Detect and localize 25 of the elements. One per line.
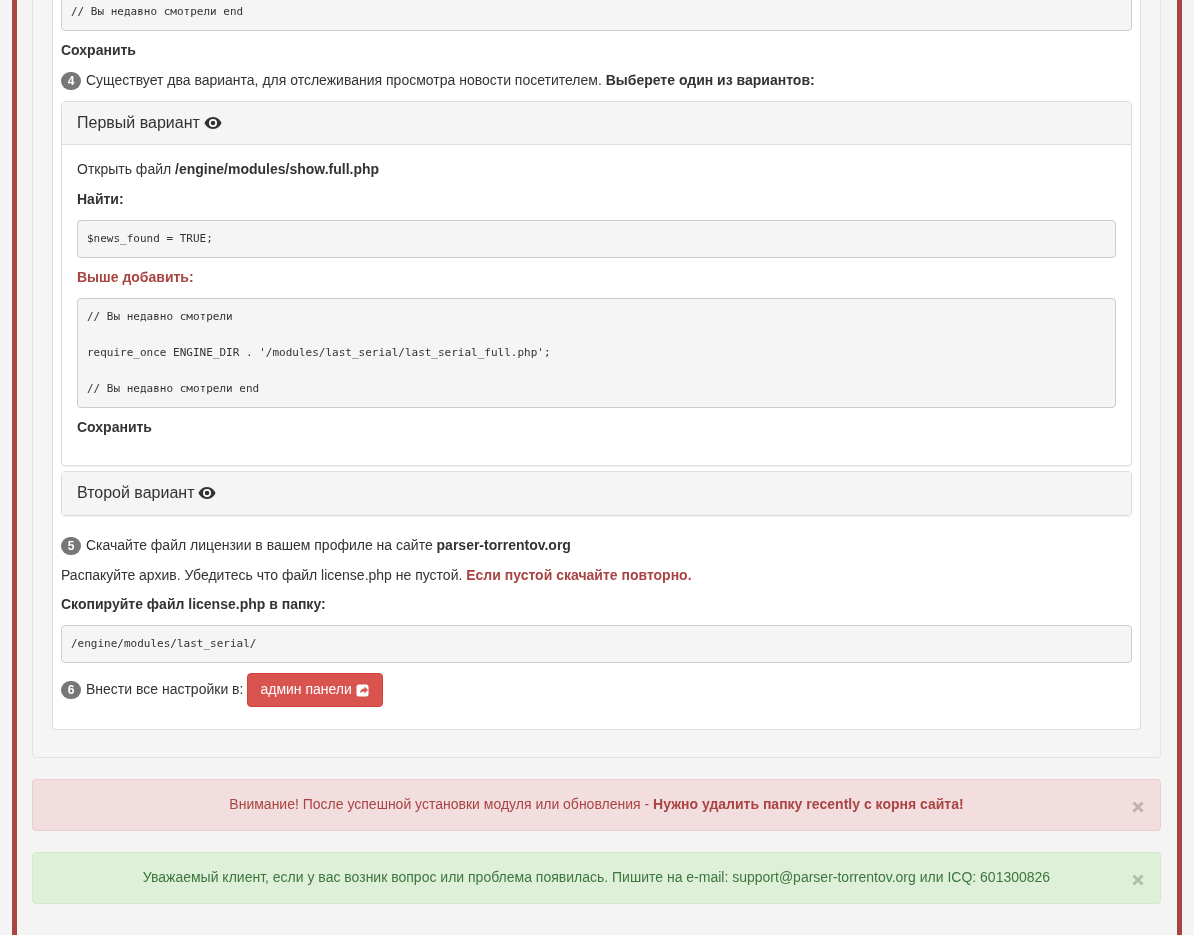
code-block: /engine/modules/last_serial/ bbox=[61, 625, 1132, 664]
external-link-icon bbox=[355, 683, 370, 697]
code-block: // Вы недавно смотрели end bbox=[61, 0, 1132, 31]
instruction-text: Открыть файл /engine/modules/show.full.php bbox=[77, 160, 381, 180]
step-text: Существует два варианта, для отслеживания просмотра новости посетителем. Выберете один из вариантов: bbox=[86, 70, 815, 90]
eye-icon bbox=[198, 486, 217, 501]
instruction-text: Распакуйте архив. Убедитесь что файл license.php не пустой. Если пустой скачайте повторно. bbox=[61, 565, 693, 585]
accordion-header[interactable]: Второй вариант bbox=[62, 471, 1131, 515]
step-number-badge: 4 bbox=[61, 71, 81, 90]
alert-message: Уважаемый клиент, если у вас возник вопрос или проблема появилась. Пишите на e-mail: support@parser-torrentov.org или ICQ: 601300826 bbox=[142, 869, 1051, 886]
instruction-heading: Сохранить bbox=[61, 41, 137, 60]
code-block: $news_found = TRUE; bbox=[77, 220, 1116, 259]
step-number-badge: 5 bbox=[61, 536, 81, 555]
step-text: Скачайте файл лицензии в вашем профиле на сайте parser-torrentov.org bbox=[86, 535, 571, 555]
warning-heading: Выше добавить: bbox=[77, 268, 195, 288]
alert-message: Внимание! После успешной установки модуля или обновления - Нужно удалить папку recently с корня сайта! bbox=[229, 796, 964, 813]
eye-icon bbox=[203, 116, 222, 131]
instruction-heading: Найти: bbox=[77, 190, 125, 210]
instruction-heading: Скопируйте файл license.php в папку: bbox=[61, 595, 327, 615]
instruction-heading: Сохранить bbox=[77, 418, 153, 438]
admin-panel-button[interactable]: админ панели bbox=[247, 673, 383, 708]
accordion-header[interactable]: Первый вариант bbox=[62, 101, 1131, 146]
code-block: // Вы недавно смотрели require_once ENGINE_DIR . '/modules/last_serial/last_serial_full.php'; // Вы недавно смотрели end bbox=[77, 298, 1116, 409]
step-number-badge: 6 bbox=[61, 681, 81, 700]
step-text: Внести все настройки в: bbox=[86, 680, 244, 700]
